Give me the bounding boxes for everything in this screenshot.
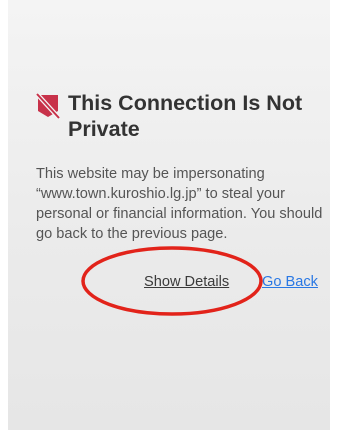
go-back-link[interactable]: Go Back	[262, 273, 318, 291]
warning-message: This website may be impersonating “www.t…	[36, 166, 323, 242]
page-title: This Connection Is Not Private	[68, 91, 303, 141]
show-details-link[interactable]: Show Details	[144, 273, 229, 291]
not-private-warning-icon	[35, 92, 61, 120]
warning-page: This Connection Is Not Private This webs…	[8, 0, 330, 430]
